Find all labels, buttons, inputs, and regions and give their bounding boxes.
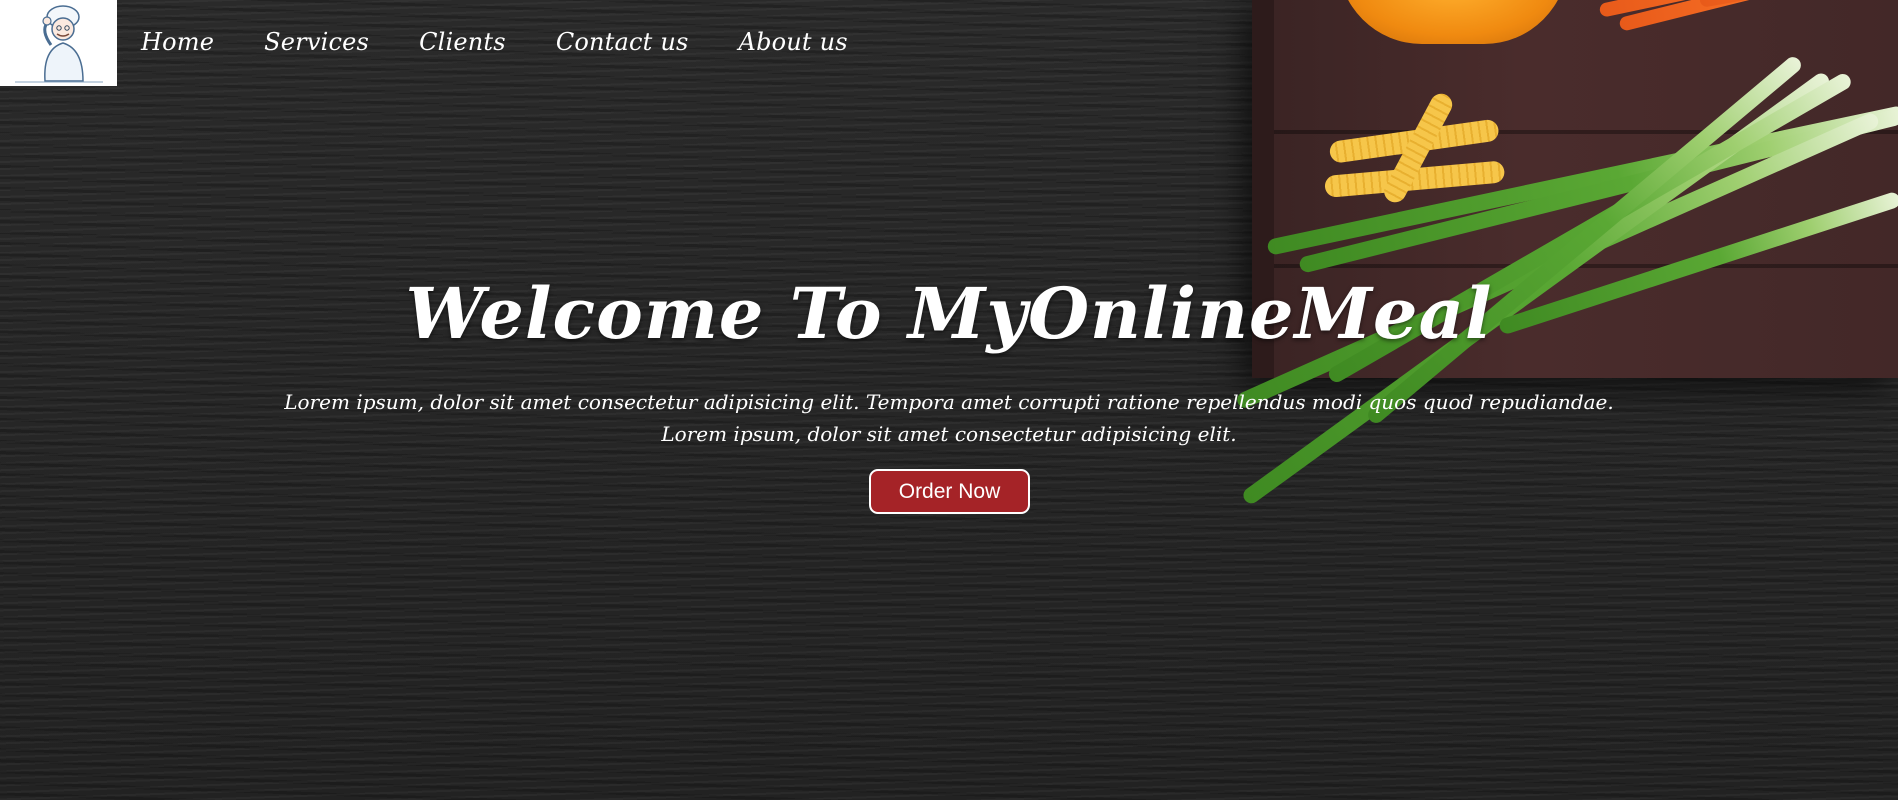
hero-description: Lorem ipsum, dolor sit amet consectetur … <box>0 386 1898 450</box>
nav-home-link[interactable]: Home <box>141 28 214 56</box>
page-bottom-edge <box>0 800 1898 812</box>
nav-about-link[interactable]: About us <box>739 28 848 56</box>
logo[interactable] <box>0 0 117 86</box>
nav-clients-link[interactable]: Clients <box>419 28 506 56</box>
page-title: Welcome To MyOnlineMeal <box>405 272 1493 355</box>
order-now-button[interactable]: Order Now <box>869 469 1030 514</box>
hero-description-line-1: Lorem ipsum, dolor sit amet consectetur … <box>284 390 1614 414</box>
main-nav: Home Services Clients Contact us About u… <box>141 28 898 56</box>
chef-icon <box>14 5 103 83</box>
nav-contact-link[interactable]: Contact us <box>556 28 689 56</box>
nav-services-link[interactable]: Services <box>264 28 369 56</box>
hero-description-line-2: Lorem ipsum, dolor sit amet consectetur … <box>661 422 1237 446</box>
